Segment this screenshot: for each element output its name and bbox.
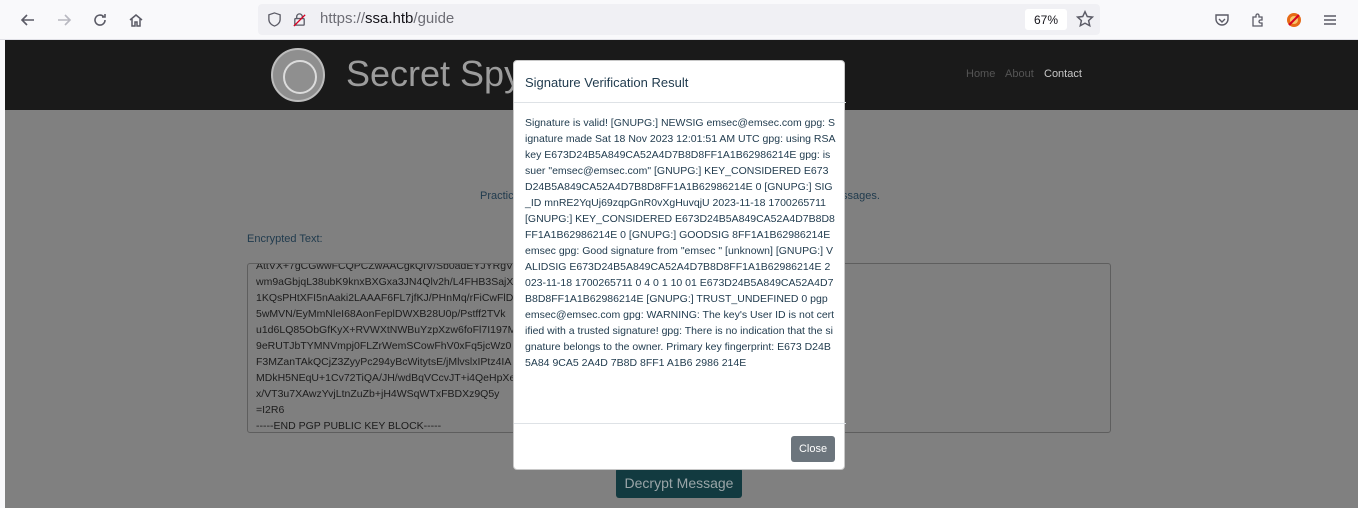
modal-title: Signature Verification Result [525, 75, 689, 90]
decrypt-message-button[interactable]: Decrypt Message [616, 468, 742, 498]
url-text[interactable]: https://ssa.htb/guide [320, 10, 454, 27]
url-host: ssa.htb [365, 10, 414, 27]
site-title: Secret Spy [346, 53, 523, 94]
back-arrow-icon[interactable] [16, 8, 40, 32]
extensions-puzzle-icon[interactable] [1246, 8, 1270, 32]
nav-home-link[interactable]: Home [966, 68, 995, 80]
browser-toolbar: https://ssa.htb/guide 67% [0, 0, 1358, 40]
guide-description-left: Practic [480, 190, 514, 202]
hamburger-menu-icon[interactable] [1318, 8, 1342, 32]
zoom-level-badge[interactable]: 67% [1025, 9, 1067, 30]
modal-header: Signature Verification Result [514, 61, 846, 103]
reload-icon[interactable] [88, 8, 112, 32]
modal-footer: Close [514, 423, 846, 471]
verification-result-text: Signature is valid! [GNUPG:] NEWSIG emse… [525, 117, 836, 369]
close-button[interactable]: Close [791, 436, 835, 462]
nav-contact-link[interactable]: Contact [1044, 68, 1082, 80]
tracking-shield-icon[interactable] [266, 11, 283, 28]
home-icon[interactable] [124, 8, 148, 32]
agency-seal-logo [271, 48, 325, 102]
foxyproxy-icon[interactable] [1282, 8, 1306, 32]
encrypted-text-label: Encrypted Text: [247, 233, 323, 245]
url-bar[interactable]: https://ssa.htb/guide 67% [258, 4, 1100, 35]
forward-arrow-icon[interactable] [52, 8, 76, 32]
nav-about-link[interactable]: About [1005, 68, 1034, 80]
url-path: /guide [413, 10, 455, 27]
url-scheme: https:// [320, 10, 366, 27]
bookmark-star-icon[interactable] [1075, 9, 1095, 28]
insecure-lock-icon[interactable] [291, 11, 308, 28]
signature-verification-modal: Signature Verification Result Signature … [513, 60, 846, 471]
pocket-icon[interactable] [1210, 8, 1234, 32]
guide-description-right: ssages. [842, 190, 880, 202]
